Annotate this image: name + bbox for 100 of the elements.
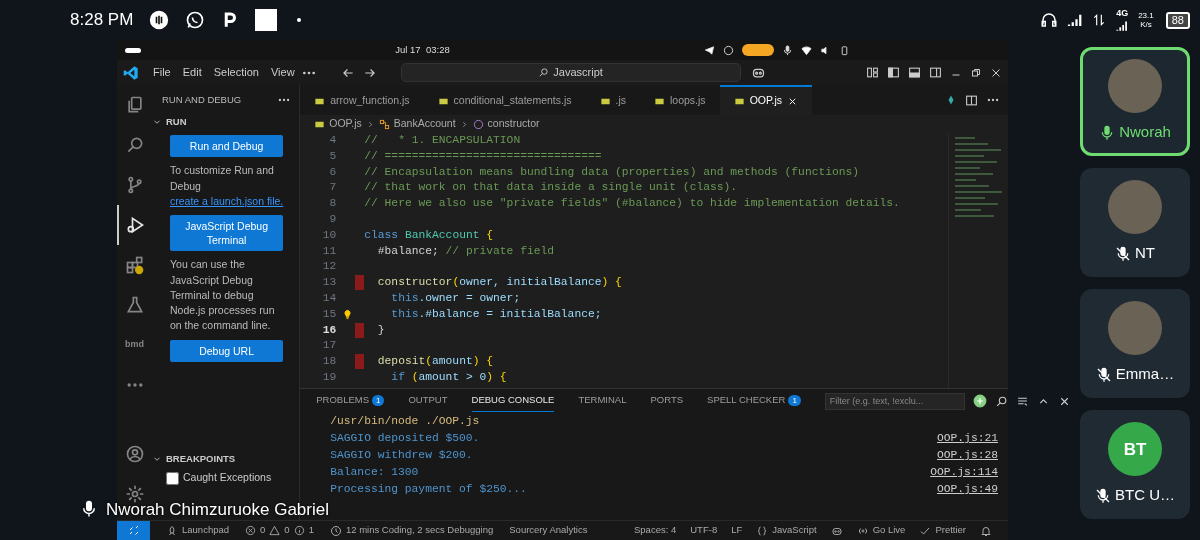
panel-tab[interactable]: DEBUG CONSOLE <box>471 390 555 412</box>
source-link[interactable]: OOP.js:21 <box>937 430 998 447</box>
vscode-logo-icon <box>123 64 139 81</box>
line-number: 10 <box>321 227 338 243</box>
battery-icon[interactable] <box>839 44 850 56</box>
activity-label[interactable]: bmd <box>117 325 150 365</box>
rocket-icon <box>166 524 178 537</box>
command-search-field[interactable]: Javascript <box>400 63 741 82</box>
panel-tab[interactable]: PORTS <box>650 390 684 412</box>
secondary-sidebar-icon[interactable] <box>929 66 942 79</box>
line-number: 12 <box>321 259 338 275</box>
line-number: 8 <box>328 196 338 212</box>
info-count[interactable]: 1 <box>308 523 314 538</box>
remote-indicator[interactable] <box>117 520 150 540</box>
panel-tab[interactable]: SPELL CHECKER 1 <box>707 390 801 412</box>
participant-name: Nworah <box>1119 122 1171 143</box>
status-item[interactable]: Go Live <box>872 523 906 538</box>
checkbox[interactable] <box>166 471 179 485</box>
breadcrumb-item[interactable]: OOP.js <box>329 116 362 132</box>
status-item[interactable]: LF <box>731 523 743 538</box>
line-number: 17 <box>321 338 338 354</box>
presenter-name: Nworah Chimzuruoke Gabriel <box>106 498 329 521</box>
run-and-debug-button[interactable]: Run and Debug <box>170 135 284 158</box>
info-icon <box>293 525 305 536</box>
desktop-clock: Jul 17 03:28 <box>395 42 450 57</box>
warning-icon <box>269 525 281 536</box>
close-icon[interactable] <box>990 66 1002 79</box>
section-title[interactable]: BREAKPOINTS <box>166 452 236 467</box>
headphones-icon <box>1040 11 1059 29</box>
participant-tile[interactable]: NT <box>1080 168 1190 277</box>
editor-tab[interactable]: conditional_statements.js <box>423 85 586 115</box>
editor-tab[interactable]: loops.js <box>640 85 720 115</box>
code-line: this.#balance = initialBalance; <box>390 306 602 322</box>
line-number: 4 <box>328 133 338 148</box>
status-item[interactable]: UTF-8 <box>690 523 718 538</box>
code-line: } <box>376 322 385 338</box>
participant-tile[interactable]: Nworah <box>1080 47 1190 156</box>
panel-tab[interactable]: PROBLEMS 1 <box>316 390 385 412</box>
braces-icon <box>756 524 769 537</box>
add-icon[interactable] <box>972 394 987 408</box>
panel-tab[interactable]: OUTPUT <box>408 390 448 412</box>
source-link[interactable]: OOP.js:49 <box>937 481 998 498</box>
line-number: 9 <box>328 212 338 227</box>
class-icon <box>378 118 390 130</box>
panel-tab[interactable]: TERMINAL <box>578 390 627 412</box>
restore-icon[interactable] <box>970 66 982 79</box>
bell-icon[interactable] <box>980 524 992 537</box>
status-item[interactable]: Launchpad <box>182 523 230 538</box>
battery-level: 88 <box>1165 11 1190 29</box>
wifi-icon[interactable] <box>801 44 812 56</box>
line-number: 13 <box>321 275 338 291</box>
breadcrumb-item[interactable]: BankAccount <box>393 116 456 132</box>
split-editor-icon[interactable] <box>965 93 978 107</box>
photo-placeholder <box>1108 301 1162 356</box>
microphone-icon[interactable] <box>782 44 793 56</box>
line-number: 14 <box>321 290 338 306</box>
debug-url-button[interactable]: Debug URL <box>170 339 284 362</box>
code-line: // ================================ <box>364 148 602 164</box>
editor-tab[interactable]: OOP.js <box>719 85 813 115</box>
participant-tile[interactable]: Emma… <box>1080 289 1190 398</box>
code-line: class BankAccount { <box>364 227 494 243</box>
menu-item[interactable]: Selection <box>207 64 265 81</box>
line-number: 5 <box>328 148 338 164</box>
status-item[interactable]: Spaces: 4 <box>634 523 677 538</box>
error-count[interactable]: 0 <box>260 523 266 538</box>
status-item[interactable]: Prettier <box>935 523 966 538</box>
source-link[interactable]: OOP.js:28 <box>937 447 998 464</box>
editor-tab[interactable]: .js <box>585 85 640 115</box>
launch-json-link[interactable]: create a launch.json file. <box>170 194 284 207</box>
breadcrumb-item[interactable]: constructor <box>487 116 540 132</box>
send-icon[interactable] <box>704 44 715 56</box>
workspace-indicator <box>125 47 141 53</box>
warning-count[interactable]: 0 <box>284 523 290 538</box>
editor-tab[interactable]: arrow_function.js <box>300 85 424 115</box>
line-number: 19 <box>321 369 338 385</box>
menu-item[interactable]: View <box>264 64 301 81</box>
line-number: 11 <box>321 243 338 259</box>
layout-icon[interactable] <box>866 66 879 79</box>
breakpoint-label: Caught Exceptions <box>183 470 272 486</box>
menu-item[interactable]: Edit <box>176 64 208 81</box>
photo-placeholder <box>1108 180 1162 235</box>
status-item[interactable]: 12 mins Coding, 2 secs Debugging <box>345 523 494 538</box>
screen-share-indicator[interactable] <box>742 44 774 56</box>
error-icon <box>245 525 257 536</box>
panel-toggle-icon[interactable] <box>908 66 921 79</box>
tray-app-icon[interactable] <box>723 44 734 56</box>
search-icon[interactable] <box>994 394 1008 408</box>
section-title[interactable]: RUN <box>166 115 187 130</box>
menu-item[interactable]: File <box>147 64 177 81</box>
filter-field[interactable]: Filter (e.g. text, !exclu... <box>824 392 965 410</box>
status-item[interactable]: Sourcery Analytics <box>509 523 588 538</box>
participant-tile[interactable]: BT BTC U… <box>1080 410 1190 519</box>
sidebar-toggle-icon[interactable] <box>887 66 900 79</box>
lightbulb-icon[interactable] <box>342 309 354 321</box>
sidebar-title: RUN AND DEBUG <box>162 92 242 107</box>
debug-terminal-button[interactable]: JavaScript Debug Terminal <box>170 215 284 252</box>
line-number: 7 <box>328 180 338 196</box>
status-item[interactable]: JavaScript <box>772 523 817 538</box>
source-link[interactable]: OOP.js:114 <box>930 464 998 481</box>
speed-unit: K/s <box>1140 20 1152 30</box>
